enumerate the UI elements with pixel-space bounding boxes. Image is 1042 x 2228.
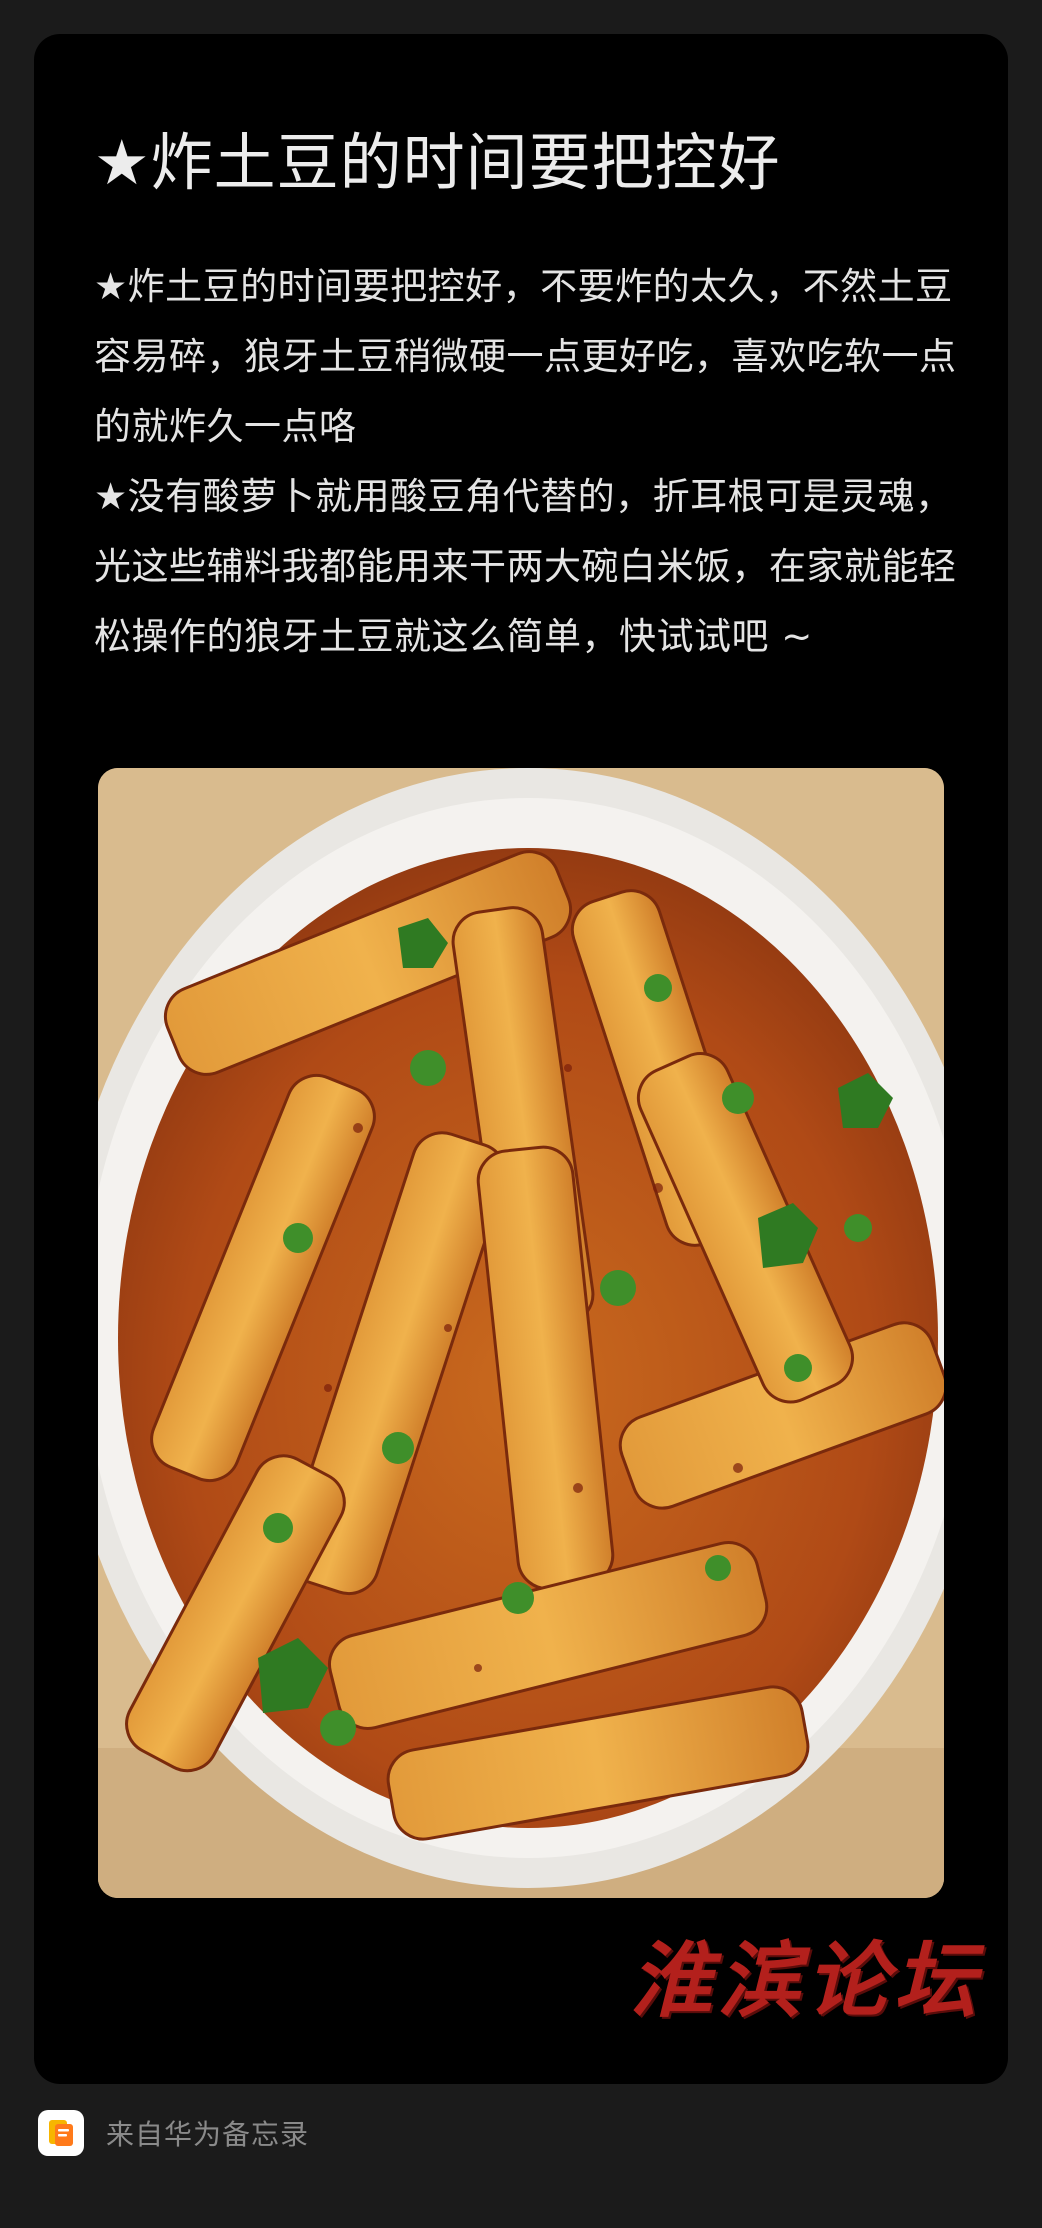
note-title: ★炸土豆的时间要把控好	[94, 126, 781, 199]
note-body: ★炸土豆的时间要把控好，不要炸的太久，不然土豆容易碎，狼牙土豆稍微硬一点更好吃，…	[94, 252, 974, 672]
source-label: 来自华为备忘录	[106, 2118, 310, 2151]
notes-app-icon	[38, 2110, 84, 2156]
food-photo-illustration	[98, 768, 944, 1898]
food-photo[interactable]	[98, 768, 944, 1898]
note-source-footer[interactable]: 来自华为备忘录	[38, 2108, 309, 2158]
note-card: ★炸土豆的时间要把控好 ★炸土豆的时间要把控好，不要炸的太久，不然土豆容易碎，狼…	[34, 34, 1008, 2084]
forum-watermark: 淮滨论坛	[630, 1933, 982, 2029]
note-paragraph-2: ★没有酸萝卜就用酸豆角代替的，折耳根可是灵魂，光这些辅料我都能用来干两大碗白米饭…	[94, 475, 957, 658]
note-paragraph-1: ★炸土豆的时间要把控好，不要炸的太久，不然土豆容易碎，狼牙土豆稍微硬一点更好吃，…	[94, 265, 957, 448]
